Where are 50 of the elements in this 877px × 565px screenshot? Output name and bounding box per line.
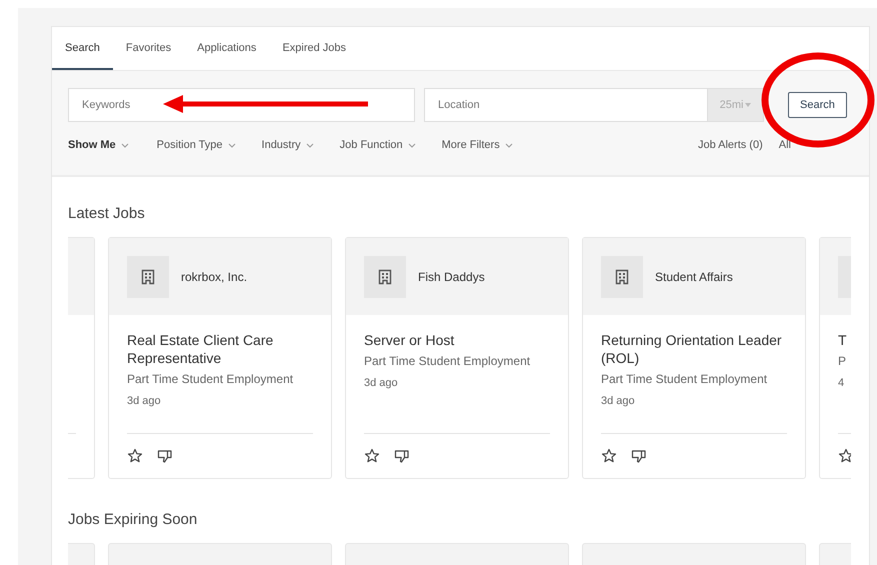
building-icon bbox=[601, 256, 643, 298]
thumbs-down-icon[interactable] bbox=[157, 448, 173, 464]
star-icon[interactable] bbox=[838, 448, 851, 464]
filter-dropdown[interactable]: Job Function bbox=[340, 139, 416, 151]
building-icon bbox=[127, 256, 169, 298]
header-link[interactable]: All bbox=[778, 139, 791, 151]
job-type: Part Time Student Employment bbox=[601, 372, 768, 386]
search-button[interactable]: Search bbox=[788, 92, 847, 118]
thumbs-down-icon[interactable] bbox=[394, 448, 410, 464]
thumbs-down-icon[interactable] bbox=[631, 448, 647, 464]
star-icon[interactable] bbox=[364, 448, 380, 464]
caret-icon bbox=[745, 103, 752, 107]
chevron-icon bbox=[408, 142, 416, 148]
filter-dropdown[interactable]: Industry bbox=[262, 139, 314, 151]
posted-age: 4 bbox=[838, 377, 846, 389]
job-card[interactable]: Student Affairs Returning Orientation Leader (ROL) Part Time Student Employment 3d ago bbox=[582, 237, 806, 479]
job-type: Part Time Student Employment bbox=[127, 372, 294, 386]
posted-age: 3d ago bbox=[601, 395, 636, 407]
job-title[interactable]: Real Estate Client Care Representative bbox=[127, 331, 313, 367]
job-type: P bbox=[838, 354, 848, 368]
job-title[interactable]: T bbox=[838, 331, 851, 349]
chevron-icon bbox=[120, 142, 129, 148]
chevron-icon bbox=[504, 142, 513, 148]
employer-name: rokrbox, Inc. bbox=[181, 270, 248, 284]
job-type: Part Time Student Employment bbox=[364, 354, 532, 368]
section-title: Latest Jobs bbox=[68, 205, 146, 222]
star-icon[interactable] bbox=[601, 448, 617, 464]
job-card[interactable]: rokrbox, Inc. Real Estate Client Care Representative Part Time Student Employment 3d ago bbox=[108, 237, 332, 479]
job-card[interactable]: Fish Daddys Server or Host Part Time Student Employment 3d ago bbox=[345, 237, 569, 479]
employer-name: Fish Daddys bbox=[418, 270, 485, 284]
job-title[interactable]: Server or Host bbox=[364, 331, 550, 349]
filter-dropdown[interactable]: Show Me bbox=[68, 139, 129, 151]
tab[interactable]: Favorites bbox=[112, 27, 184, 70]
header-link[interactable]: Job Alerts (0) bbox=[698, 139, 763, 151]
filter-dropdown[interactable]: More Filters bbox=[442, 139, 513, 151]
chevron-icon bbox=[306, 142, 314, 148]
job-card[interactable]: T P 4 bbox=[819, 237, 851, 479]
filter-dropdown[interactable]: Position Type bbox=[156, 139, 236, 151]
star-icon[interactable] bbox=[127, 448, 143, 464]
location-field[interactable]: Location bbox=[424, 88, 708, 122]
keywords-field[interactable]: Keywords bbox=[68, 88, 415, 122]
posted-age: 3d ago bbox=[364, 377, 399, 389]
tab[interactable]: Expired Jobs bbox=[269, 27, 360, 70]
job-title[interactable]: Returning Orientation Leader (ROL) bbox=[601, 331, 787, 367]
chevron-icon bbox=[228, 142, 236, 148]
building-icon bbox=[364, 256, 406, 298]
tab[interactable]: Applications bbox=[184, 27, 270, 70]
section-title: Jobs Expiring Soon bbox=[68, 511, 198, 528]
employer-name: Student Affairs bbox=[655, 270, 733, 284]
posted-age: 3d ago bbox=[127, 395, 162, 407]
